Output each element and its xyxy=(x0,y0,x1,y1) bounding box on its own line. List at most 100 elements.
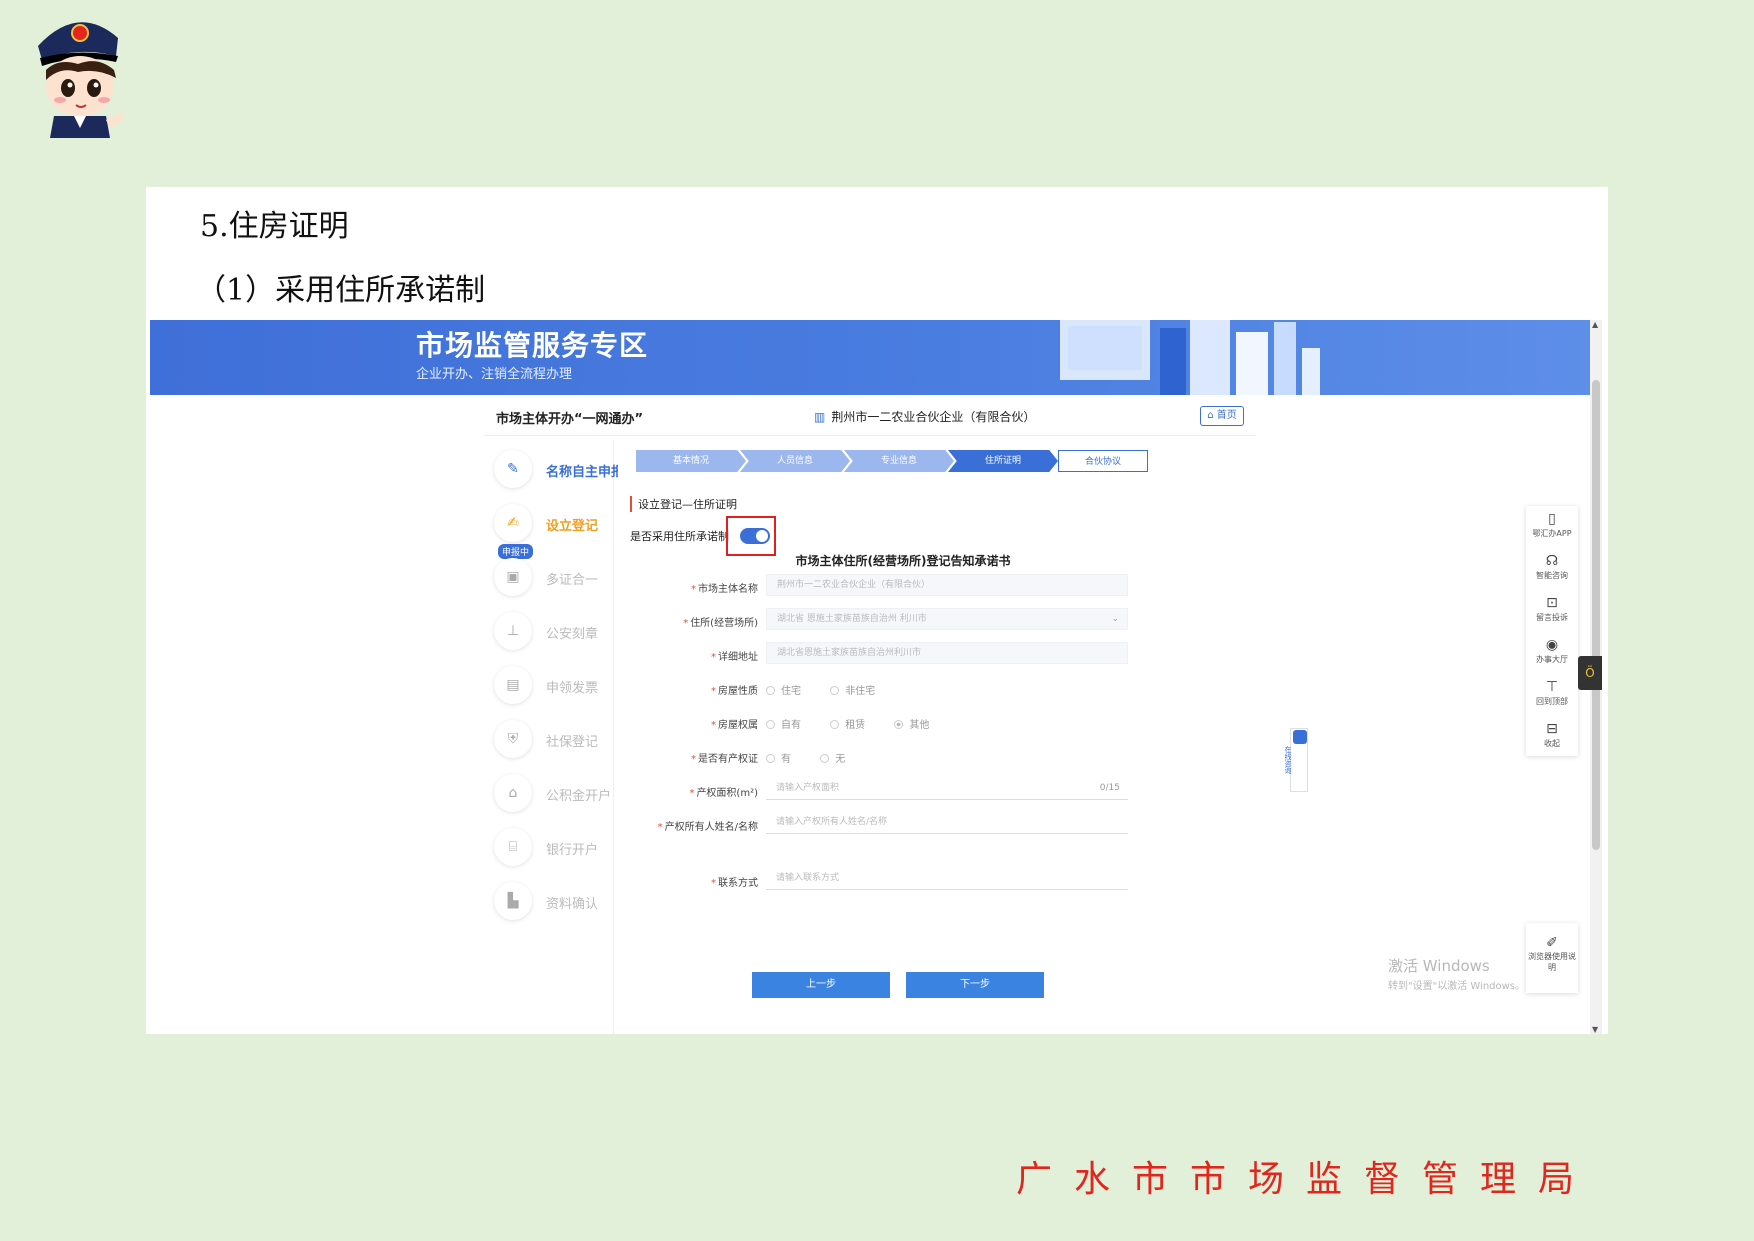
radio-owned[interactable]: 自有 xyxy=(766,720,801,731)
company-name: ▥ 荆州市一二农业合伙企业（有限合伙） xyxy=(814,410,1036,424)
service-name: 市场主体开办“一网通办” xyxy=(496,412,644,427)
banner-subtitle: 企业开办、注销全流程办理 xyxy=(416,367,573,382)
sidebar-item-confirm[interactable]: ▙ 资料确认 xyxy=(494,882,614,922)
embedded-screenshot: 市场监管服务专区 企业开办、注销全流程办理 ▲ ▼ 市场主体开办“一网通办” ▥… xyxy=(150,320,1602,1034)
home-icon: ⌂ xyxy=(1207,410,1214,421)
app-download-button[interactable]: ▯ 鄂汇办APP xyxy=(1526,506,1578,548)
banner-title: 市场监管服务专区 xyxy=(416,329,649,362)
windows-watermark: 激活 Windows xyxy=(1388,957,1490,975)
next-button[interactable]: 下一步 xyxy=(906,972,1044,998)
step-personnel[interactable]: 人员信息 xyxy=(740,450,850,472)
complaint-button[interactable]: ⊡ 留言投诉 xyxy=(1526,590,1578,632)
collapse-icon: ⊟ xyxy=(1546,721,1558,737)
top-header-card: 市场主体开办“一网通办” ▥ 荆州市一二农业合伙企业（有限合伙） ⌂ 首页 xyxy=(484,398,1256,436)
sidebar-item-name-declaration[interactable]: ✎ 名称自主申报 xyxy=(494,450,624,490)
sidebar-item-social-security[interactable]: ⛨ 社保登记 xyxy=(494,720,614,760)
scroll-up-arrow-icon[interactable]: ▲ xyxy=(1592,320,1598,329)
contact-input[interactable]: 请输入联系方式 xyxy=(766,868,1128,890)
collapse-button[interactable]: ⊟ 收起 xyxy=(1526,716,1578,758)
radio-has-cert[interactable]: 有 xyxy=(766,754,791,765)
char-counter: 0/15 xyxy=(1099,783,1120,793)
house-icon: ⌂ xyxy=(494,774,532,812)
pen-icon: ✐ xyxy=(1546,935,1558,951)
message-icon: ⊡ xyxy=(1546,595,1558,611)
document-panel: 5.住房证明 （1）采用住所承诺制 市场监管服务专区 企业开办、注销全流程办理 … xyxy=(146,187,1608,1034)
mobile-icon: ▯ xyxy=(1548,511,1556,527)
area-label: * 产权面积(m²) xyxy=(689,788,758,799)
ownership-radios: 自有 租赁 其他 xyxy=(766,716,955,731)
mascot-logo xyxy=(18,8,138,143)
address-label: * 住所(经营场所) xyxy=(683,618,758,629)
radio-residential[interactable]: 住宅 xyxy=(766,686,801,697)
step-basic[interactable]: 基本情况 xyxy=(636,450,746,472)
stamp-icon: ⊥ xyxy=(494,612,532,650)
contact-label: * 联系方式 xyxy=(711,878,758,889)
owner-input[interactable]: 请输入产权所有人姓名/名称 xyxy=(766,812,1128,834)
chevron-down-icon: ⌄ xyxy=(1111,614,1119,624)
windows-watermark-hint: 转到"设置"以激活 Windows。 xyxy=(1388,981,1526,992)
house-type-radios: 住宅 非住宅 xyxy=(766,682,901,697)
form-title: 市场主体住所(经营场所)登记告知承诺书 xyxy=(795,554,1011,568)
residence-form: 设立登记—住所证明 是否采用住所承诺制 市场主体住所(经营场所)登记告知承诺书 … xyxy=(618,488,1256,1034)
subsection-heading: （1）采用住所承诺制 xyxy=(196,273,486,308)
browser-guide-button[interactable]: ✐ 浏览器使用说明 xyxy=(1526,923,1578,993)
sidebar-item-invoice[interactable]: ▤ 申领发票 xyxy=(494,666,614,706)
home-button[interactable]: ⌂ 首页 xyxy=(1200,406,1244,426)
location-icon: ◉ xyxy=(1545,637,1559,653)
detail-field[interactable]: 湖北省恩施土家族苗族自治州利川市 xyxy=(766,642,1128,664)
city-illustration xyxy=(1060,320,1320,395)
bank-icon: ⌸ xyxy=(494,828,532,866)
radio-rented[interactable]: 租赁 xyxy=(830,720,865,731)
name-field[interactable]: 荆州市一二农业合伙企业（有限合伙） xyxy=(766,574,1128,596)
certificate-icon: ▣ xyxy=(494,558,532,596)
owner-label: * 产权所有人姓名/名称 xyxy=(657,822,758,833)
sidebar-item-registration[interactable]: ✍ 设立登记 申报中 xyxy=(494,504,614,559)
service-banner: 市场监管服务专区 企业开办、注销全流程办理 xyxy=(150,320,1590,395)
shield-icon: ⛨ xyxy=(494,720,532,758)
accessibility-icon: Ö xyxy=(1585,666,1595,680)
highlight-box xyxy=(726,516,776,556)
smart-consult-button[interactable]: ☊ 智能咨询 xyxy=(1526,548,1578,590)
form-icon: ✍ xyxy=(494,504,532,542)
scrollbar-thumb[interactable] xyxy=(1592,380,1600,850)
sidebar-item-stamp[interactable]: ⊥ 公安刻章 xyxy=(494,612,614,652)
house-type-label: * 房屋性质 xyxy=(711,686,758,697)
right-toolbar: ▯ 鄂汇办APP ☊ 智能咨询 ⊡ 留言投诉 ◉ 办事大厅 ⊤ 回到顶部 ⊟ 收起 xyxy=(1526,506,1578,756)
footer-org-name: 广水市市场监督管理局 xyxy=(1015,1159,1596,1200)
section-title: 设立登记—住所证明 xyxy=(630,496,737,512)
accessibility-tab[interactable]: Ö xyxy=(1578,656,1602,690)
address-select[interactable]: 湖北省 恩施土家族苗族自治州 利川市 ⌄ xyxy=(766,608,1128,630)
document-icon: ▙ xyxy=(494,882,532,920)
process-sidebar: ✎ 名称自主申报 ✍ 设立登记 申报中 ▣ 多证合一 ⊥ 公安刻章 ▤ 申领发票… xyxy=(484,440,624,1034)
step-agreement[interactable]: 合伙协议 xyxy=(1058,450,1148,472)
radio-no-cert[interactable]: 无 xyxy=(820,754,845,765)
sidebar-item-bank[interactable]: ⌸ 银行开户 xyxy=(494,828,614,868)
scroll-down-arrow-icon[interactable]: ▼ xyxy=(1592,1025,1598,1034)
ownership-label: * 房屋权属 xyxy=(711,720,758,731)
online-consult-button[interactable]: 在线咨询 xyxy=(1284,728,1308,792)
area-input[interactable]: 请输入产权面积 0/15 xyxy=(766,778,1128,800)
radio-non-residential[interactable]: 非住宅 xyxy=(830,686,875,697)
status-badge: 申报中 xyxy=(498,544,534,559)
invoice-icon: ▤ xyxy=(494,666,532,704)
cert-label: * 是否有产权证 xyxy=(691,754,758,765)
edit-icon: ✎ xyxy=(494,450,532,488)
sidebar-item-housing-fund[interactable]: ⌂ 公积金开户 xyxy=(494,774,614,814)
phone-icon xyxy=(1293,730,1307,744)
detail-label: * 详细地址 xyxy=(711,652,758,663)
back-to-top-button[interactable]: ⊤ 回到顶部 xyxy=(1526,674,1578,716)
building-icon: ▥ xyxy=(814,410,826,424)
service-hall-button[interactable]: ◉ 办事大厅 xyxy=(1526,632,1578,674)
step-professional[interactable]: 专业信息 xyxy=(844,450,954,472)
arrow-up-icon: ⊤ xyxy=(1545,679,1559,695)
promise-label: 是否采用住所承诺制 xyxy=(630,530,729,543)
name-label: * 市场主体名称 xyxy=(691,584,758,595)
section-heading: 5.住房证明 xyxy=(200,209,349,244)
prev-button[interactable]: 上一步 xyxy=(752,972,890,998)
radio-other[interactable]: 其他 xyxy=(894,720,929,731)
headset-icon: ☊ xyxy=(1545,553,1559,569)
cert-radios: 有 无 xyxy=(766,750,871,765)
sidebar-item-multi-cert[interactable]: ▣ 多证合一 xyxy=(494,558,614,598)
step-residence[interactable]: 住所证明 xyxy=(948,450,1058,472)
step-progress: 基本情况 人员信息 专业信息 住所证明 合伙协议 xyxy=(618,440,1256,482)
